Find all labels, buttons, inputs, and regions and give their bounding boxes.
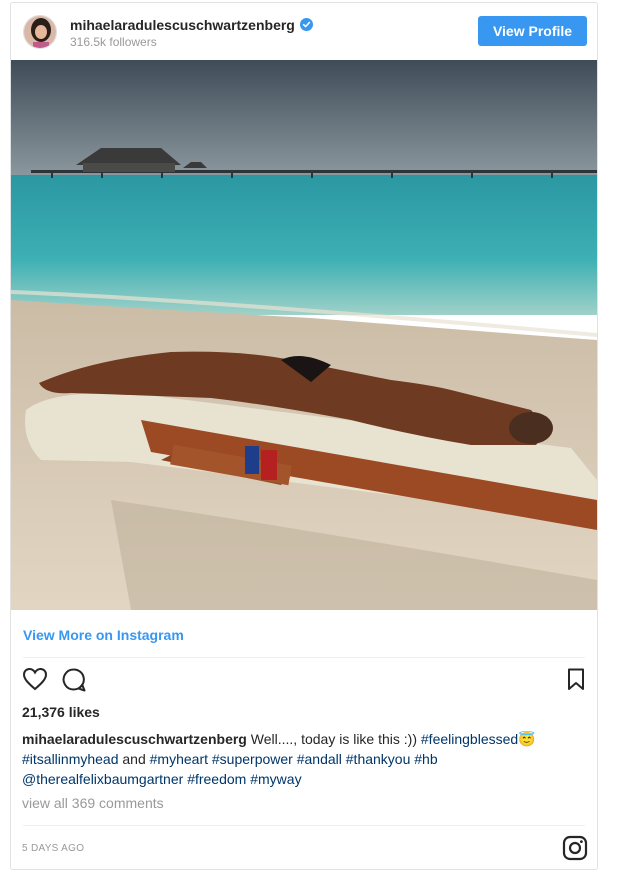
post-photo[interactable] bbox=[11, 60, 597, 610]
username-text[interactable]: mihaelaradulescuschwartzenberg bbox=[70, 17, 295, 33]
username-link[interactable]: mihaelaradulescuschwartzenberg bbox=[70, 17, 313, 33]
comment-bubble-icon[interactable] bbox=[61, 667, 87, 698]
avatar[interactable] bbox=[23, 15, 57, 49]
caption-text: and bbox=[118, 751, 150, 767]
instagram-embed-card: mihaelaradulescuschwartzenberg 316.5k fo… bbox=[10, 2, 598, 870]
hashtag-link[interactable]: #myheart bbox=[150, 751, 208, 767]
hashtag-link[interactable]: #feelingblessed bbox=[421, 731, 518, 747]
view-comments-link[interactable]: view all 369 comments bbox=[22, 795, 164, 811]
instagram-logo-icon[interactable] bbox=[562, 835, 588, 866]
hashtag-link[interactable]: #myway bbox=[250, 771, 301, 787]
smiling-halo-emoji: 😇 bbox=[518, 731, 536, 747]
like-count[interactable]: 21,376 likes bbox=[22, 704, 100, 720]
hashtag-link[interactable]: #superpower bbox=[212, 751, 293, 767]
view-profile-button[interactable]: View Profile bbox=[478, 16, 587, 46]
view-more-link[interactable]: View More on Instagram bbox=[23, 627, 184, 643]
follower-count: 316.5k followers bbox=[70, 35, 157, 49]
post-caption: mihaelaradulescuschwartzenberg Well....,… bbox=[22, 729, 582, 789]
caption-text: Well...., today is like this :)) bbox=[246, 731, 421, 747]
hashtag-link[interactable]: #itsallinmyhead bbox=[22, 751, 119, 767]
divider bbox=[23, 825, 585, 826]
caption-username[interactable]: mihaelaradulescuschwartzenberg bbox=[22, 731, 247, 747]
post-timestamp[interactable]: 5 DAYS AGO bbox=[22, 843, 84, 854]
hashtag-link[interactable]: #hb bbox=[414, 751, 437, 767]
bookmark-icon[interactable] bbox=[567, 668, 585, 696]
divider bbox=[23, 657, 585, 658]
hashtag-link[interactable]: #andall bbox=[297, 751, 342, 767]
mention-link[interactable]: @therealfelixbaumgartner bbox=[22, 771, 183, 787]
post-header: mihaelaradulescuschwartzenberg 316.5k fo… bbox=[11, 3, 597, 59]
hashtag-link[interactable]: #freedom bbox=[187, 771, 246, 787]
hashtag-link[interactable]: #thankyou bbox=[346, 751, 411, 767]
verified-badge-icon bbox=[299, 18, 313, 31]
heart-icon[interactable] bbox=[22, 667, 48, 696]
